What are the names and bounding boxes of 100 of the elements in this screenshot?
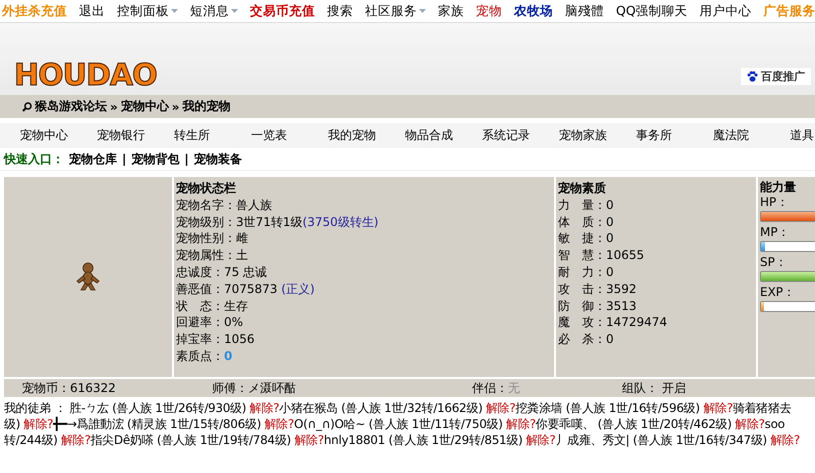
meter-label: EXP： [760, 285, 796, 300]
panel-title: 宠物状态栏 [176, 180, 237, 197]
status-link[interactable]: (3750级转生) [302, 214, 378, 229]
stat-row-text: 必 杀：0 [558, 331, 615, 348]
dismiss-link[interactable]: 解除? [735, 417, 765, 431]
stat-row-text: 敏 捷：0 [558, 230, 615, 248]
info-field: 宠物币：616322 [22, 380, 212, 396]
stat-row-text: 智 慧：10655 [558, 247, 646, 264]
menu-link[interactable]: 交易币充值 [248, 2, 317, 20]
menu-link[interactable]: 家族 [436, 2, 466, 20]
status-row-text: 状 态：生存 [176, 298, 249, 314]
breadcrumb-link[interactable]: 我的宠物 [182, 98, 231, 115]
status-link[interactable]: (正义) [281, 282, 315, 296]
info-field: 师傅：メ滠吥酤 [212, 380, 472, 396]
paw-icon [747, 71, 758, 82]
stat-row-text: 耐 力：0 [558, 264, 615, 281]
disciple-text: 小猪在猴岛 (兽人族 1世/32转/1662级) [279, 401, 484, 415]
stat-row-text: 体 质：0 [558, 214, 615, 230]
status-row-text: 宠物性别：雌 [176, 230, 249, 248]
menu-link[interactable]: 短消息 [188, 2, 240, 20]
nav-tab[interactable]: 宠物银行 [97, 127, 174, 144]
status-row-text: 宠物名字：兽人族 [176, 196, 273, 214]
status-row-text: 善恶值：7075873 (正义) [176, 280, 316, 298]
meter-bar [760, 271, 815, 282]
disciple-text: ╋━→爲誰動浤 (精灵族 1世/15转/806级) [53, 417, 262, 431]
dismiss-link[interactable]: 解除? [24, 417, 54, 431]
status-row-text: 宠物级别：3世71转1级(3750级转生) [176, 214, 380, 230]
status-row-text: 掉宝率：1056 [176, 331, 256, 348]
info-field: 伴侣：无 [472, 380, 622, 396]
disciple-text: 指尖Dê奶嗏 (兽人族 1世/19转/784级) [90, 433, 292, 447]
meter-bar [760, 211, 815, 222]
caret-icon [419, 9, 426, 13]
meter-bar [760, 241, 815, 252]
info-field: 组队： 开启 [622, 380, 815, 396]
quick-link[interactable]: 宠物装备 [194, 150, 242, 168]
dismiss-link[interactable]: 解除? [770, 433, 800, 447]
nav-tab[interactable]: 转生所 [174, 127, 251, 144]
disciple-text: 你要乖嘆、 (兽人族 1世/20转/462级) [536, 417, 733, 431]
quick-link[interactable]: 宠物仓库 [69, 150, 117, 168]
status-row-text: 宠物属性：土 [176, 247, 249, 264]
disciple-text: 级) [4, 417, 22, 431]
breadcrumb-link[interactable]: 宠物中心 [120, 98, 169, 115]
dismiss-link[interactable]: 解除? [506, 417, 536, 431]
stat-row-text: 魔 攻：14729474 [558, 314, 668, 332]
stat-row-text: 力 量：0 [558, 196, 615, 214]
ad-badge[interactable]: 百度推广 [741, 68, 811, 85]
meter-label: MP： [760, 225, 791, 240]
dismiss-link[interactable]: 解除? [264, 417, 294, 431]
meter-label: HP： [760, 195, 790, 210]
nav-tab[interactable]: 宠物家族 [559, 127, 636, 144]
dismiss-link[interactable]: 解除? [61, 433, 91, 447]
disciple-text: 丿成雍、秀文| (兽人族 1世/16转/347级) [555, 433, 768, 447]
nav-tab[interactable]: 物品合成 [405, 127, 482, 144]
quick-link[interactable]: 宠物背包 [131, 150, 180, 168]
menu-link[interactable]: 农牧场 [512, 2, 555, 20]
menu-link[interactable]: 宠物 [474, 2, 504, 20]
search-icon [22, 102, 32, 112]
nav-tab[interactable]: 事务所 [636, 127, 713, 144]
pet-sprite-drawing [75, 262, 101, 292]
dismiss-link[interactable]: 解除? [526, 433, 556, 447]
panel-title: 宠物素质 [558, 180, 607, 197]
status-row-text: 忠诚度：75 忠诚 [176, 264, 268, 281]
caret-icon [231, 9, 238, 13]
disciple-text: 转/244级) [4, 433, 59, 447]
link-separator: | [184, 152, 189, 166]
link-separator: | [122, 152, 126, 166]
breadcrumb-separator: » [172, 100, 180, 114]
menu-link[interactable]: 社区服务 [363, 2, 428, 20]
caret-icon [171, 9, 178, 13]
nav-tab[interactable]: 道具 [790, 127, 814, 144]
stat-row-text: 攻 击：3592 [558, 280, 638, 298]
disciple-text: O(∩_∩)O哈~ (兽人族 1世/11转/750级) [294, 417, 504, 431]
nav-tab[interactable]: 我的宠物 [328, 127, 405, 144]
disciple-text: 骑着猪猪去 [732, 401, 792, 415]
status-row-text: 素质点：0 [176, 348, 234, 365]
disciple-text: hnly18801 (兽人族 1世/29转/851级) [324, 433, 524, 447]
dismiss-link[interactable]: 解除? [250, 401, 280, 415]
panel-title: 能力量 [760, 180, 797, 195]
quick-entry-label: 快速入口： [4, 150, 64, 168]
stat-row-text: 防 御：3513 [558, 298, 638, 314]
nav-tab[interactable]: 系统记录 [482, 127, 559, 144]
menu-link[interactable]: 用户中心 [698, 2, 754, 20]
breadcrumb-link[interactable]: 猴岛游戏论坛 [35, 98, 107, 115]
nav-tab[interactable]: 一览表 [251, 127, 328, 144]
nav-tab[interactable]: 魔法院 [713, 127, 790, 144]
menu-link[interactable]: 搜索 [325, 2, 355, 20]
menu-link[interactable]: QQ强制聊天 [614, 2, 690, 20]
menu-link[interactable]: 控制面板 [115, 2, 180, 20]
menu-link[interactable]: 退出 [77, 2, 107, 20]
dismiss-link[interactable]: 解除? [703, 401, 733, 415]
dismiss-link[interactable]: 解除? [294, 433, 324, 447]
nav-tab[interactable]: 宠物中心 [20, 127, 97, 144]
dismiss-link[interactable]: 解除? [486, 401, 516, 415]
disciple-text: soo [764, 417, 785, 431]
menu-link[interactable]: 脑殘體 [563, 2, 606, 20]
status-row-text: 回避率：0% [176, 314, 244, 332]
disciple-text: 我的徒弟 ： 胜-ㄅ厷 (兽人族 1世/26转/930级) [4, 401, 248, 415]
disciple-text: 挖粪涂墙 (兽人族 1世/16转/596级) [515, 401, 701, 415]
meter-label: SP： [760, 255, 788, 270]
breadcrumb-separator: » [110, 100, 118, 114]
